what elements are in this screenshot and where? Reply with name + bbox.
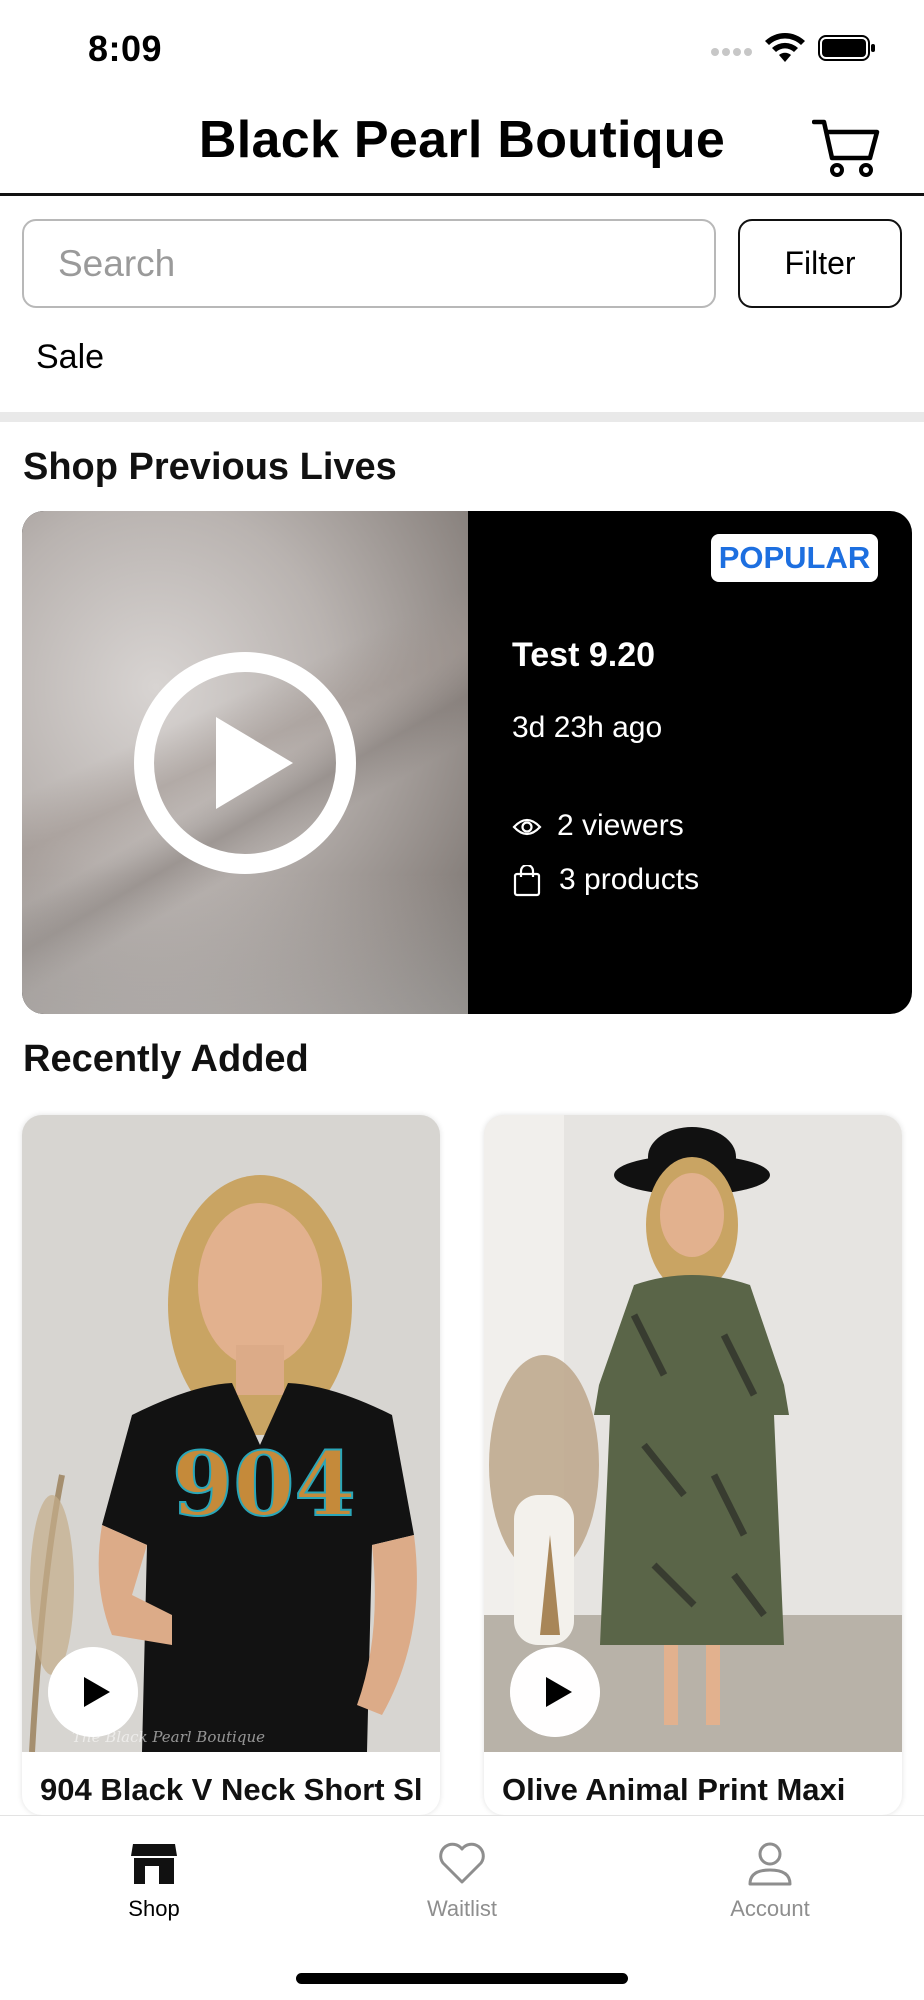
play-video-icon[interactable] [510, 1647, 600, 1737]
product-card[interactable]: Olive Animal Print Maxi [484, 1115, 902, 1815]
heart-icon [439, 1842, 485, 1884]
wifi-icon [765, 33, 805, 62]
eye-icon [512, 818, 542, 836]
product-name: Olive Animal Print Maxi [502, 1772, 846, 1807]
status-time: 8:09 [88, 28, 163, 69]
popular-badge: POPULAR [711, 534, 878, 582]
recently-added-title: Recently Added [23, 1038, 309, 1080]
live-time-ago: 3d 23h ago [512, 711, 663, 744]
play-icon[interactable] [133, 651, 357, 875]
cellular-signal-icon [711, 48, 752, 56]
previous-lives-title: Shop Previous Lives [23, 446, 397, 488]
shirt-graphic-text: 904 [172, 1432, 356, 1536]
section-divider [0, 412, 924, 422]
status-bar: 8:09 [0, 0, 924, 100]
tab-label-waitlist: Waitlist [426, 1896, 498, 1921]
store-icon [131, 1844, 177, 1884]
live-viewers: 2 viewers [557, 809, 684, 842]
filter-button[interactable]: Filter [738, 219, 902, 308]
tab-shop[interactable]: Shop [0, 1816, 308, 1936]
person-icon [748, 1842, 792, 1886]
home-indicator [296, 1973, 628, 1984]
battery-icon [818, 35, 875, 61]
category-tab-sale[interactable]: Sale [36, 338, 104, 377]
product-name: 904 Black V Neck Short Sl [40, 1772, 423, 1807]
live-products: 3 products [559, 863, 700, 896]
product-card[interactable]: 904 The Black Pearl Boutique 904 Black V… [22, 1115, 440, 1815]
app-title: Black Pearl Boutique [198, 111, 726, 169]
tab-label-account: Account [730, 1896, 810, 1921]
live-title: Test 9.20 [512, 636, 656, 674]
tab-waitlist[interactable]: Waitlist [308, 1816, 616, 1936]
live-replay-card[interactable]: POPULAR Test 9.20 3d 23h ago 2 viewers 3… [22, 511, 912, 1014]
tab-account[interactable]: Account [616, 1816, 924, 1936]
search-input[interactable] [22, 219, 716, 308]
cart-icon[interactable] [812, 114, 882, 180]
play-video-icon[interactable] [48, 1647, 138, 1737]
shopping-bag-icon [513, 865, 541, 897]
app-header: Black Pearl Boutique [0, 100, 924, 196]
tab-label-shop: Shop [128, 1896, 180, 1921]
